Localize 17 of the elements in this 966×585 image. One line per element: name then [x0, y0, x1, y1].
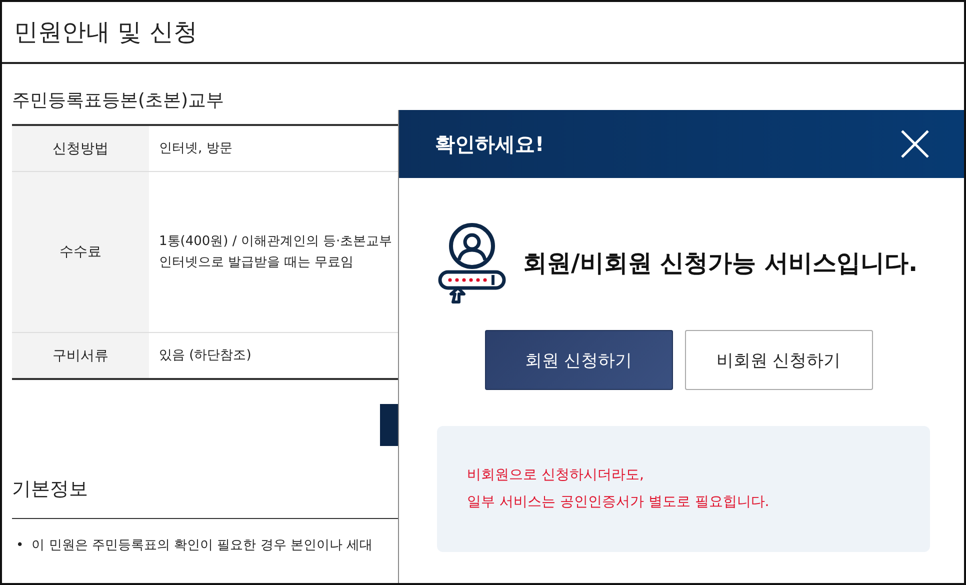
bullet-text: 이 민원은 주민등록표의 확인이 필요한 경우 본인이나 세대	[32, 537, 373, 555]
table-cell-text: 1통(400원) / 이해관계인의 등·초본교부 인터넷으로 발급받을 때는 무료임	[158, 233, 392, 272]
notice-text: 비회원으로 신청하시더라도,	[467, 466, 645, 485]
dialog-title: 확인하세요!	[435, 130, 544, 158]
dialog-message: 회원/비회원 신청가능 서비스입니다.	[523, 248, 918, 279]
user-password-icon	[437, 222, 507, 304]
page-title: 민원안내 및 신청	[2, 2, 964, 64]
member-apply-button[interactable]: 회원 신청하기	[484, 330, 672, 390]
table-header-cell: 수수료	[12, 172, 149, 332]
notice-text: 일부 서비스는 공인인증서가 별도로 필요힙니다.	[467, 493, 770, 512]
table-header-cell: 신청방법	[12, 126, 149, 171]
table-header-cell: 구비서류	[12, 333, 149, 378]
table-cell-text: 있음 (하단참조)	[158, 347, 252, 365]
table-cell-text: 인터넷, 방문	[158, 140, 232, 158]
guest-apply-button[interactable]: 비회원 신청하기	[684, 330, 872, 390]
bullet-marker: •	[16, 537, 24, 555]
close-icon[interactable]	[900, 129, 930, 159]
